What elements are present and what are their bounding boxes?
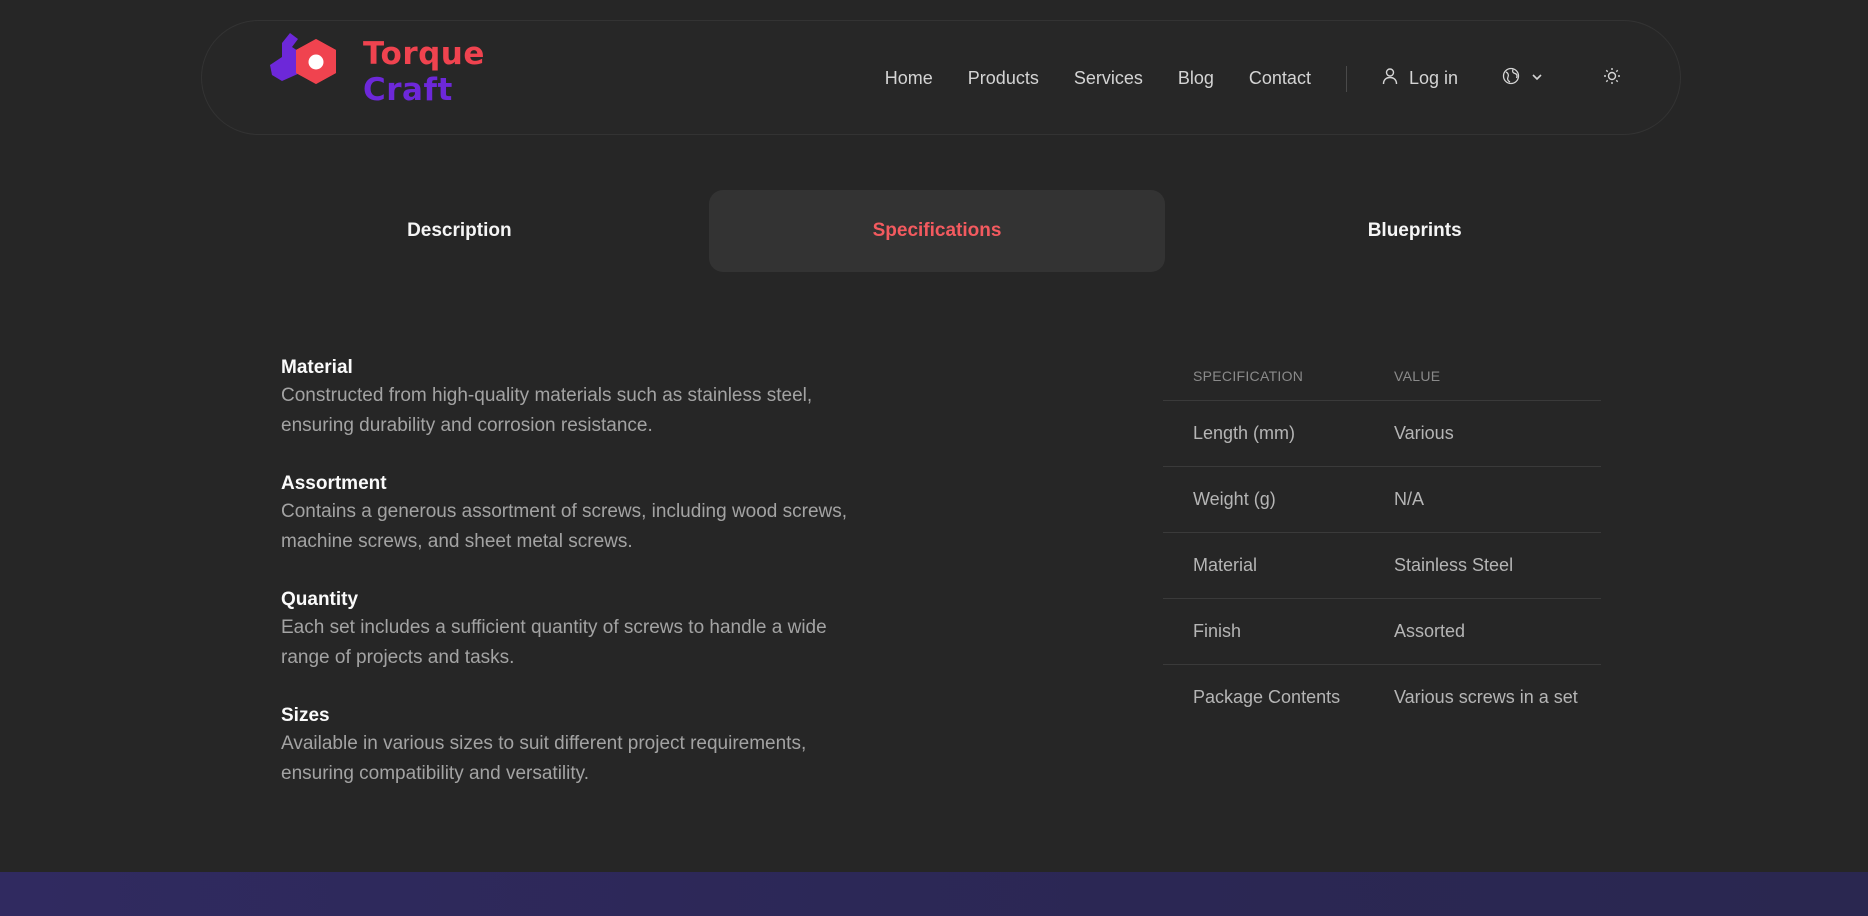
brand-name-line1: Torque — [363, 36, 485, 72]
feature-list: Material Constructed from high-quality m… — [281, 355, 861, 819]
brand-name-line2: Craft — [363, 72, 453, 108]
spec-value: Various screws in a set — [1394, 686, 1578, 707]
site-header: Torque Craft Home Products Services Blog… — [201, 20, 1681, 135]
spec-name: Length (mm) — [1163, 400, 1364, 467]
logo-icon — [260, 29, 356, 115]
tab-specifications[interactable]: Specifications — [708, 190, 1166, 272]
feature-text: Contains a generous assortment of screws… — [281, 501, 848, 552]
table-row: Material Stainless Steel — [1163, 532, 1601, 599]
nav-blog[interactable]: Blog — [1178, 68, 1214, 89]
nav-home[interactable]: Home — [885, 68, 933, 89]
column-header-specification: SPECIFICATION — [1163, 352, 1364, 401]
globe-icon — [1502, 67, 1520, 90]
nav-divider — [1345, 65, 1347, 92]
language-selector[interactable] — [1502, 67, 1544, 90]
brand-logo[interactable]: Torque Craft — [260, 29, 485, 115]
feature-title: Material — [281, 357, 353, 378]
feature-title: Sizes — [281, 705, 330, 726]
spec-value: Stainless Steel — [1364, 532, 1601, 599]
tab-description[interactable]: Description — [231, 190, 688, 272]
tab-blueprints[interactable]: Blueprints — [1186, 190, 1643, 272]
table-row: Length (mm) Various — [1163, 400, 1601, 467]
theme-toggle[interactable] — [1602, 66, 1622, 91]
feature-item: Quantity Each set includes a sufficient … — [281, 587, 861, 673]
column-header-value: VALUE — [1364, 352, 1601, 401]
specifications-table: SPECIFICATION VALUE Length (mm) Various … — [1163, 352, 1601, 730]
nav-services[interactable]: Services — [1074, 68, 1143, 89]
spec-name: Material — [1163, 532, 1364, 599]
feature-title: Quantity — [281, 589, 359, 610]
nav-contact[interactable]: Contact — [1249, 68, 1311, 89]
spec-value: Various — [1364, 400, 1601, 467]
nav-products[interactable]: Products — [968, 68, 1039, 89]
table-row: Package Contents Various screws in a set — [1163, 664, 1601, 730]
feature-item: Material Constructed from high-quality m… — [281, 355, 861, 441]
footer-band — [0, 872, 1868, 916]
table-row: Finish Assorted — [1163, 598, 1601, 665]
login-button[interactable]: Log in — [1381, 67, 1458, 90]
main-nav: Home Products Services Blog Contact Log … — [885, 21, 1622, 136]
product-tabs: Description Specifications Blueprints — [231, 190, 1643, 272]
table-row: Weight (g) N/A — [1163, 466, 1601, 533]
spec-value: Assorted — [1364, 598, 1601, 665]
user-icon — [1381, 67, 1399, 90]
feature-item: Assortment Contains a generous assortmen… — [281, 471, 861, 557]
spec-name: Package Contents — [1193, 686, 1341, 707]
chevron-down-icon — [1530, 68, 1544, 89]
feature-title: Assortment — [281, 473, 387, 494]
brand-name: Torque Craft — [363, 36, 485, 108]
login-label: Log in — [1408, 68, 1458, 88]
feature-text: Each set includes a sufficient quantity … — [281, 617, 827, 668]
feature-item: Sizes Available in various sizes to suit… — [281, 703, 861, 789]
table-header-row: SPECIFICATION VALUE — [1163, 352, 1601, 401]
spec-name: Finish — [1163, 598, 1364, 665]
feature-text: Available in various sizes to suit diffe… — [281, 733, 807, 784]
spec-value: N/A — [1364, 466, 1601, 533]
sun-icon — [1602, 66, 1622, 91]
spec-name: Weight (g) — [1163, 466, 1364, 533]
feature-text: Constructed from high-quality materials … — [281, 385, 813, 436]
